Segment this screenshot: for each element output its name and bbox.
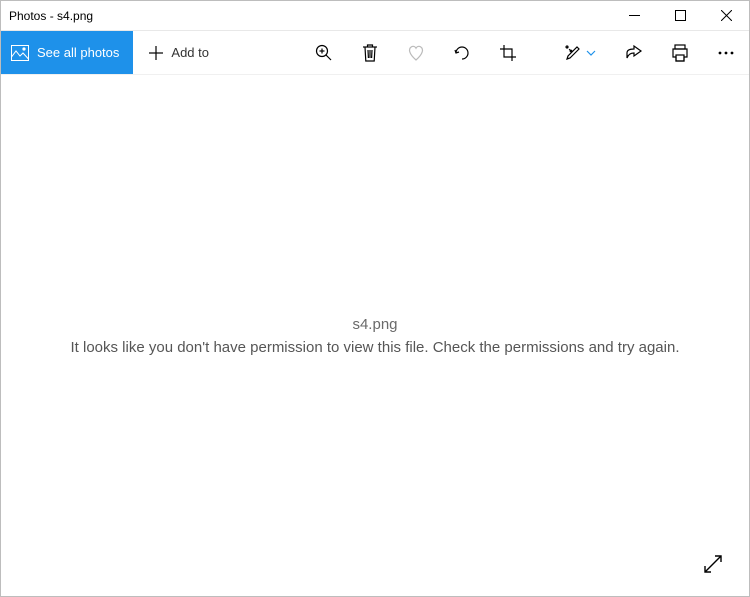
photos-icon <box>11 45 29 61</box>
titlebar: Photos - s4.png <box>1 1 749 31</box>
error-message: It looks like you don't have permission … <box>41 339 710 356</box>
more-options-button[interactable] <box>703 31 749 74</box>
add-to-button[interactable]: Add to <box>133 31 225 74</box>
share-icon <box>624 45 644 61</box>
edit-menu-button[interactable] <box>549 31 611 74</box>
content-area: s4.png It looks like you don't have perm… <box>1 75 749 596</box>
rotate-icon <box>453 44 471 62</box>
edit-icon <box>564 44 582 62</box>
maximize-button[interactable] <box>657 1 703 30</box>
toolbar-spacer <box>225 31 301 74</box>
see-all-photos-label: See all photos <box>37 45 119 60</box>
close-button[interactable] <box>703 1 749 30</box>
chevron-down-icon <box>586 49 596 57</box>
crop-button[interactable] <box>485 31 531 74</box>
window-title: Photos - s4.png <box>1 9 93 23</box>
add-to-label: Add to <box>171 45 209 60</box>
rotate-button[interactable] <box>439 31 485 74</box>
share-button[interactable] <box>611 31 657 74</box>
error-filename: s4.png <box>352 316 397 333</box>
print-button[interactable] <box>657 31 703 74</box>
maximize-icon <box>675 10 686 21</box>
toolbar: See all photos Add to <box>1 31 749 75</box>
favorite-button[interactable] <box>393 31 439 74</box>
trash-icon <box>362 44 378 62</box>
heart-icon <box>407 45 425 61</box>
print-icon <box>671 44 689 62</box>
see-all-photos-button[interactable]: See all photos <box>1 31 133 74</box>
crop-icon <box>499 44 517 62</box>
fullscreen-button[interactable] <box>699 550 727 578</box>
plus-icon <box>149 46 163 60</box>
delete-button[interactable] <box>347 31 393 74</box>
zoom-icon <box>315 44 333 62</box>
zoom-button[interactable] <box>301 31 347 74</box>
minimize-icon <box>629 10 640 21</box>
fullscreen-icon <box>704 555 722 573</box>
more-icon <box>718 51 734 55</box>
toolbar-icon-group <box>301 31 749 74</box>
window-controls <box>611 1 749 30</box>
close-icon <box>721 10 732 21</box>
minimize-button[interactable] <box>611 1 657 30</box>
